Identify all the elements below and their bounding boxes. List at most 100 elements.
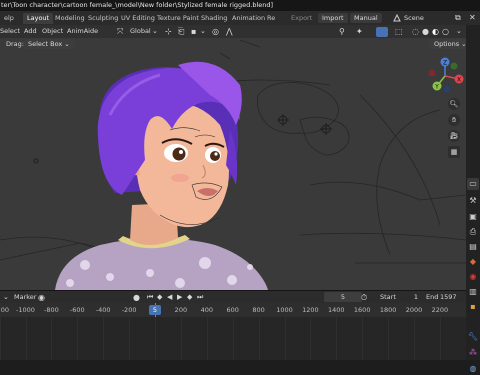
viewport-scene: [0, 39, 466, 290]
ruler-tick-label: -1000: [16, 306, 35, 314]
modifier-icon[interactable]: 🔧︎: [467, 331, 479, 343]
xray-icon[interactable]: ⬚: [395, 26, 403, 37]
view-layer-icon[interactable]: ▤: [467, 241, 479, 253]
manual-button[interactable]: Manual: [350, 13, 382, 23]
scene-browse-icon[interactable]: ⧉: [455, 12, 461, 23]
menu-object[interactable]: Object: [42, 26, 63, 37]
ruler-tick-label: 400: [200, 306, 214, 314]
top-bar: elp Layout Modeling Sculpting UV Editing…: [0, 11, 480, 25]
zoom-icon[interactable]: 🔍︎: [448, 98, 460, 110]
tab-texture-paint[interactable]: Texture Paint: [153, 13, 203, 24]
grid-line: [362, 317, 364, 360]
jump-start-icon[interactable]: ⏮: [147, 292, 153, 303]
grid-line: [0, 317, 1, 360]
navigation-gizmo[interactable]: X Y Z: [424, 55, 466, 97]
timeline-area[interactable]: -1200 -1000 -800 -600 -400 -200 5 200 400 600 800 1…: [0, 303, 466, 360]
marker-menu[interactable]: Marker: [14, 292, 36, 303]
jump-end-icon[interactable]: ⏭: [197, 292, 203, 303]
active-tool-icon[interactable]: ▭: [467, 178, 479, 190]
snap-icon[interactable]: ⎗: [178, 26, 184, 37]
ruler-tick-label: -600: [69, 306, 85, 314]
scene-props-icon[interactable]: ◆: [467, 256, 479, 268]
grid-line: [180, 317, 182, 360]
overlay-toggle[interactable]: [376, 27, 388, 37]
menu-select[interactable]: Select: [0, 26, 20, 37]
particles-icon[interactable]: ⁂: [467, 347, 479, 359]
ruler-tick-label: 1800: [379, 306, 397, 314]
menu-add[interactable]: Add: [24, 26, 37, 37]
physics-icon[interactable]: ◍: [467, 363, 479, 375]
ruler-tick-label: 2000: [405, 306, 423, 314]
start-frame-field[interactable]: 1: [400, 292, 422, 302]
record-icon[interactable]: ●: [133, 292, 140, 303]
grid-line: [25, 317, 27, 360]
tab-layout[interactable]: Layout: [23, 13, 54, 24]
chevron-down-icon[interactable]: ⌄: [3, 292, 9, 303]
viewport-header: Select Add Object AnimAide ⤧ Global ⌄ ⊹ …: [0, 25, 480, 38]
tool-settings-bar: Drag: Select Box ⌄ Options ⌄: [0, 38, 471, 51]
material-shading-icon[interactable]: ◐: [432, 26, 439, 37]
end-frame-field[interactable]: 1597: [440, 292, 457, 303]
gizmo-toggle-icon[interactable]: ✦: [356, 26, 363, 37]
snap-increment-icon[interactable]: ▪: [191, 26, 196, 37]
close-icon[interactable]: ✕: [469, 12, 476, 23]
menu-animaide[interactable]: AnimAide: [67, 26, 98, 37]
prev-keyframe-icon[interactable]: ◆: [157, 292, 162, 303]
character-model[interactable]: [55, 61, 268, 290]
ruler-tick-label: 1200: [302, 306, 319, 314]
ruler-tick-label: -800: [44, 306, 59, 314]
drag-label: Drag:: [6, 40, 24, 48]
options-dropdown[interactable]: Options ⌄: [430, 39, 471, 49]
pivot-icon[interactable]: ⊹: [165, 26, 172, 37]
scene-selector[interactable]: Scene: [404, 13, 424, 24]
preview-range-icon[interactable]: ⏱: [361, 292, 367, 303]
chevron-down-icon[interactable]: ⌄: [200, 26, 206, 37]
export-button[interactable]: Export: [287, 13, 317, 23]
output-icon[interactable]: ⎙: [467, 226, 479, 238]
play-reverse-icon[interactable]: ◀: [167, 292, 172, 303]
orientation-dropdown[interactable]: Global: [130, 26, 151, 37]
world-icon[interactable]: ◉: [467, 271, 479, 283]
ruler-tick-label: -1200: [0, 306, 10, 314]
grid-line: [206, 317, 208, 360]
ruler-tick-label: 200: [174, 306, 188, 314]
grid-line: [232, 317, 234, 360]
play-icon[interactable]: ▶: [177, 292, 182, 303]
help-menu[interactable]: elp: [0, 13, 18, 24]
grid-line: [77, 317, 79, 360]
3d-viewport[interactable]: X Y Z 🔍︎ ✋︎ 🎥︎ ▦: [0, 25, 466, 290]
scene-icon[interactable]: [392, 13, 402, 23]
rendered-shading-icon[interactable]: ○: [442, 26, 449, 37]
ruler-tick-label: -400: [95, 306, 111, 314]
ruler-tick-label: 1600: [353, 306, 371, 314]
ruler-tick-label: 800: [252, 306, 265, 314]
chevron-down-icon[interactable]: ⌄: [456, 26, 462, 37]
camera-icon[interactable]: 🎥︎: [448, 130, 460, 142]
frame-ruler[interactable]: -1200 -1000 -800 -600 -400 -200 5 200 400 600 800 1…: [0, 303, 466, 317]
current-frame-field[interactable]: 5: [324, 292, 362, 302]
solid-shading-icon[interactable]: ●: [422, 26, 429, 37]
next-keyframe-icon[interactable]: ◆: [187, 292, 192, 303]
tool-icon[interactable]: ⚒: [467, 195, 479, 207]
pan-hand-icon[interactable]: ✋︎: [448, 114, 460, 126]
timeline-header: ⌄ Marker ◉ ● ⏮ ◆ ◀ ▶ ◆ ⏭ 5 ⏱ Start 1 End…: [0, 290, 466, 304]
chevron-down-icon[interactable]: ⌄: [152, 26, 158, 37]
falloff-icon[interactable]: ⋀: [226, 26, 233, 37]
visibility-icon[interactable]: ⚲: [339, 26, 345, 37]
tab-modeling[interactable]: Modeling: [51, 13, 89, 24]
grid-line: [439, 317, 441, 360]
collection-icon[interactable]: ▥: [467, 286, 479, 298]
render-icon[interactable]: ▣: [467, 211, 479, 223]
tab-shading[interactable]: Shading: [197, 13, 231, 24]
grid-icon[interactable]: ▦: [448, 146, 460, 158]
auto-keying-icon[interactable]: ◉: [38, 292, 45, 303]
wireframe-shading-icon[interactable]: ◌: [412, 26, 419, 37]
object-props-icon[interactable]: ▪: [467, 301, 479, 313]
tab-rendering[interactable]: Re: [263, 13, 279, 24]
proportional-edit-icon[interactable]: ◎: [212, 26, 219, 37]
gizmo-x-label: X: [457, 77, 461, 84]
import-button[interactable]: Import: [318, 13, 348, 23]
transform-orientation-icon[interactable]: ⤧: [117, 26, 123, 37]
select-box-dropdown[interactable]: Select Box ⌄: [24, 39, 74, 49]
grid-line: [414, 317, 415, 360]
